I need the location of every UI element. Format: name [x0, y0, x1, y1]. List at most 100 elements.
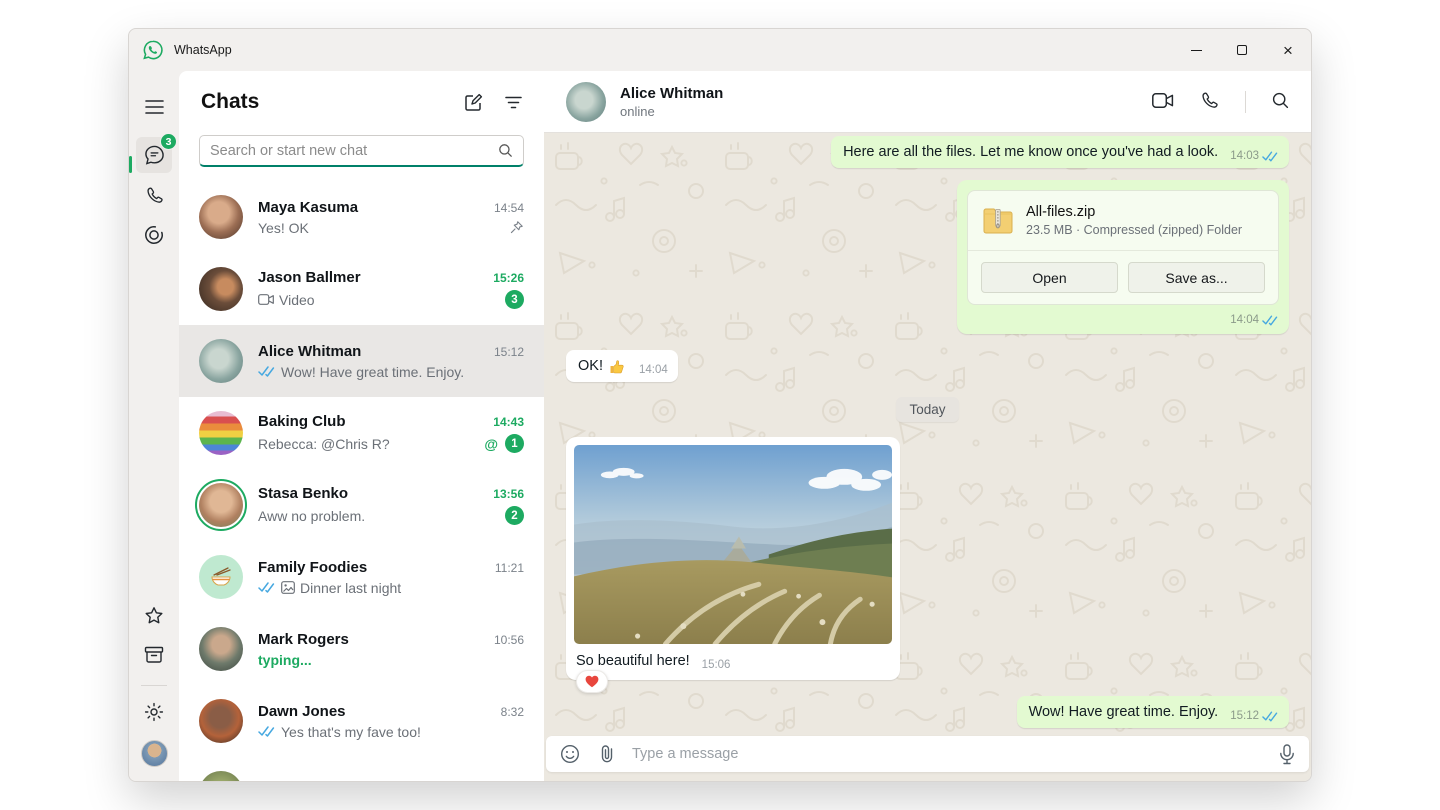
- chat-list: Maya Kasuma14:54 Yes! OK Jason Ballmer15…: [179, 181, 544, 781]
- chat-preview: Aww no problem.: [258, 508, 365, 524]
- emoji-button[interactable]: [560, 744, 580, 764]
- rail-divider: [141, 685, 167, 686]
- status-icon: [144, 225, 164, 245]
- chat-row-maya-kasuma[interactable]: Maya Kasuma14:54 Yes! OK: [179, 181, 544, 253]
- rail-item-settings[interactable]: [136, 694, 172, 730]
- avatar: [199, 411, 243, 455]
- contact-status: online: [620, 104, 723, 119]
- message-incoming-photo[interactable]: So beautiful here! 15:06: [566, 437, 900, 680]
- profile-avatar[interactable]: [141, 740, 168, 767]
- conversation-header: Alice Whitman online: [544, 71, 1311, 133]
- photo-attachment-icon: [281, 581, 295, 594]
- titlebar: WhatsApp ×: [129, 29, 1311, 71]
- gear-icon: [144, 702, 164, 722]
- message-time: 15:12: [1230, 710, 1259, 722]
- phone-icon: [145, 186, 164, 205]
- rail-selected-indicator: [129, 156, 132, 173]
- search-box: [199, 135, 524, 167]
- typing-indicator: typing...: [258, 652, 312, 668]
- close-button[interactable]: ×: [1265, 29, 1311, 71]
- rail-item-status[interactable]: [136, 217, 172, 253]
- search-input[interactable]: [200, 143, 498, 159]
- message-outgoing-text[interactable]: Wow! Have great time. Enjoy. 15:12: [1017, 696, 1289, 728]
- chat-time: 15:12: [494, 345, 524, 359]
- chat-row-ziggy-woodley[interactable]: Ziggy Woodley8:12: [179, 757, 544, 781]
- save-as-button[interactable]: Save as...: [1128, 262, 1265, 293]
- avatar: [199, 699, 243, 743]
- microphone-icon: [1279, 744, 1295, 765]
- filter-chats-button[interactable]: [505, 96, 522, 109]
- rail-item-chats[interactable]: 3: [136, 137, 172, 173]
- star-icon: [144, 606, 164, 625]
- read-ticks-icon: [1262, 151, 1279, 162]
- maximize-button[interactable]: [1219, 29, 1265, 71]
- chat-name: Jason Ballmer: [258, 269, 361, 286]
- chat-row-baking-club[interactable]: Baking Club14:43 Rebecca: @Chris R? @1: [179, 397, 544, 469]
- read-ticks-icon: [258, 726, 276, 737]
- date-divider: Today: [896, 397, 958, 422]
- navigation-rail: 3: [129, 71, 179, 781]
- message-time: 14:04: [639, 364, 668, 376]
- minimize-button[interactable]: [1173, 29, 1219, 71]
- avatar: [199, 627, 243, 671]
- message-text: Wow! Have great time. Enjoy.: [1029, 704, 1219, 720]
- file-card[interactable]: All-files.zip 23.5 MB · Compressed (zipp…: [967, 190, 1279, 305]
- chat-row-mark-rogers[interactable]: Mark Rogers10:56 typing...: [179, 613, 544, 685]
- video-call-button[interactable]: [1152, 93, 1174, 111]
- photo-caption: So beautiful here!: [576, 653, 690, 669]
- chat-row-dawn-jones[interactable]: Dawn Jones8:32 Yes that's my fave too!: [179, 685, 544, 757]
- avatar: [199, 771, 243, 781]
- menu-button[interactable]: [136, 89, 172, 125]
- message-time: 14:04: [1230, 314, 1259, 326]
- file-name: All-files.zip: [1026, 204, 1242, 220]
- message-outgoing-file: All-files.zip 23.5 MB · Compressed (zipp…: [957, 180, 1289, 334]
- chat-time: 14:54: [494, 201, 524, 215]
- chat-row-alice-whitman[interactable]: Alice Whitman15:12 Wow! Have great time.…: [179, 325, 544, 397]
- hamburger-icon: [145, 100, 164, 114]
- paperclip-icon: [598, 744, 616, 764]
- avatar: [199, 555, 243, 599]
- voice-call-button[interactable]: [1200, 91, 1219, 113]
- read-ticks-icon: [258, 582, 276, 593]
- message-area: Here are all the files. Let me know once…: [544, 133, 1311, 733]
- new-chat-button[interactable]: [464, 93, 483, 112]
- voice-record-button[interactable]: [1279, 744, 1295, 765]
- chat-row-jason-ballmer[interactable]: Jason Ballmer15:26 Video 3: [179, 253, 544, 325]
- chat-preview: Wow! Have great time. Enjoy.: [258, 364, 464, 380]
- chat-time: 15:26: [493, 271, 524, 285]
- attach-button[interactable]: [598, 744, 616, 764]
- open-file-button[interactable]: Open: [981, 262, 1118, 293]
- rail-item-starred[interactable]: [136, 597, 172, 633]
- maximize-icon: [1237, 45, 1247, 55]
- close-icon: ×: [1283, 42, 1293, 59]
- avatar: [199, 483, 243, 527]
- chat-row-stasa-benko[interactable]: Stasa Benko13:56 Aww no problem. 2: [179, 469, 544, 541]
- chat-name: Dawn Jones: [258, 703, 346, 720]
- chat-name: Maya Kasuma: [258, 199, 358, 216]
- chat-time: 10:56: [494, 633, 524, 647]
- message-outgoing-text[interactable]: Here are all the files. Let me know once…: [831, 136, 1289, 168]
- zip-folder-icon: [982, 206, 1014, 236]
- chat-name: Stasa Benko: [258, 485, 348, 502]
- heart-reaction[interactable]: [576, 670, 608, 693]
- read-ticks-icon: [1262, 711, 1279, 722]
- landscape-photo[interactable]: [574, 445, 892, 644]
- contact-avatar[interactable]: [566, 82, 606, 122]
- message-incoming-text[interactable]: OK! 14:04: [566, 350, 678, 382]
- chat-preview: Yes that's my fave too!: [258, 724, 421, 740]
- archive-icon: [144, 646, 164, 664]
- chat-name: Baking Club: [258, 413, 346, 430]
- avatar: [199, 339, 243, 383]
- rail-item-archived[interactable]: [136, 637, 172, 673]
- chat-name: Family Foodies: [258, 559, 367, 576]
- message-input[interactable]: [632, 746, 1279, 762]
- pinned-icon: [509, 220, 524, 235]
- rail-item-calls[interactable]: [136, 177, 172, 213]
- chat-row-family-foodies[interactable]: Family Foodies11:21 Dinner last night: [179, 541, 544, 613]
- panel-title: Chats: [201, 90, 259, 114]
- read-ticks-icon: [258, 366, 276, 377]
- chat-preview: Rebecca: @Chris R?: [258, 436, 390, 452]
- search-in-chat-button[interactable]: [1272, 92, 1289, 112]
- emoji-icon: [560, 744, 580, 764]
- heart-icon: [585, 675, 599, 688]
